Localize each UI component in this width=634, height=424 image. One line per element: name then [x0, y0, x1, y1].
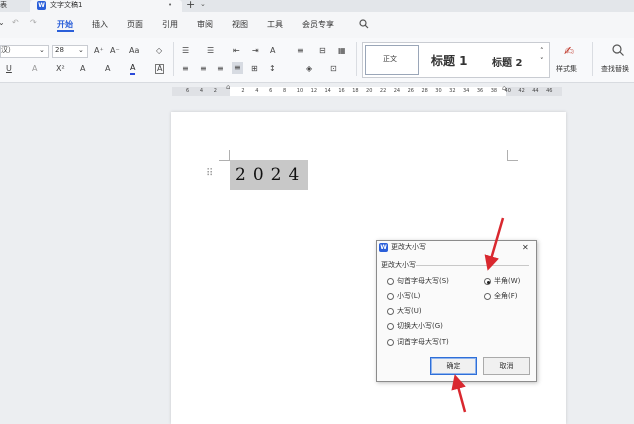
annotation-arrow-half-width	[484, 217, 505, 271]
annotation-overlay	[451, 217, 505, 413]
annotation-arrow-ok	[451, 374, 467, 413]
